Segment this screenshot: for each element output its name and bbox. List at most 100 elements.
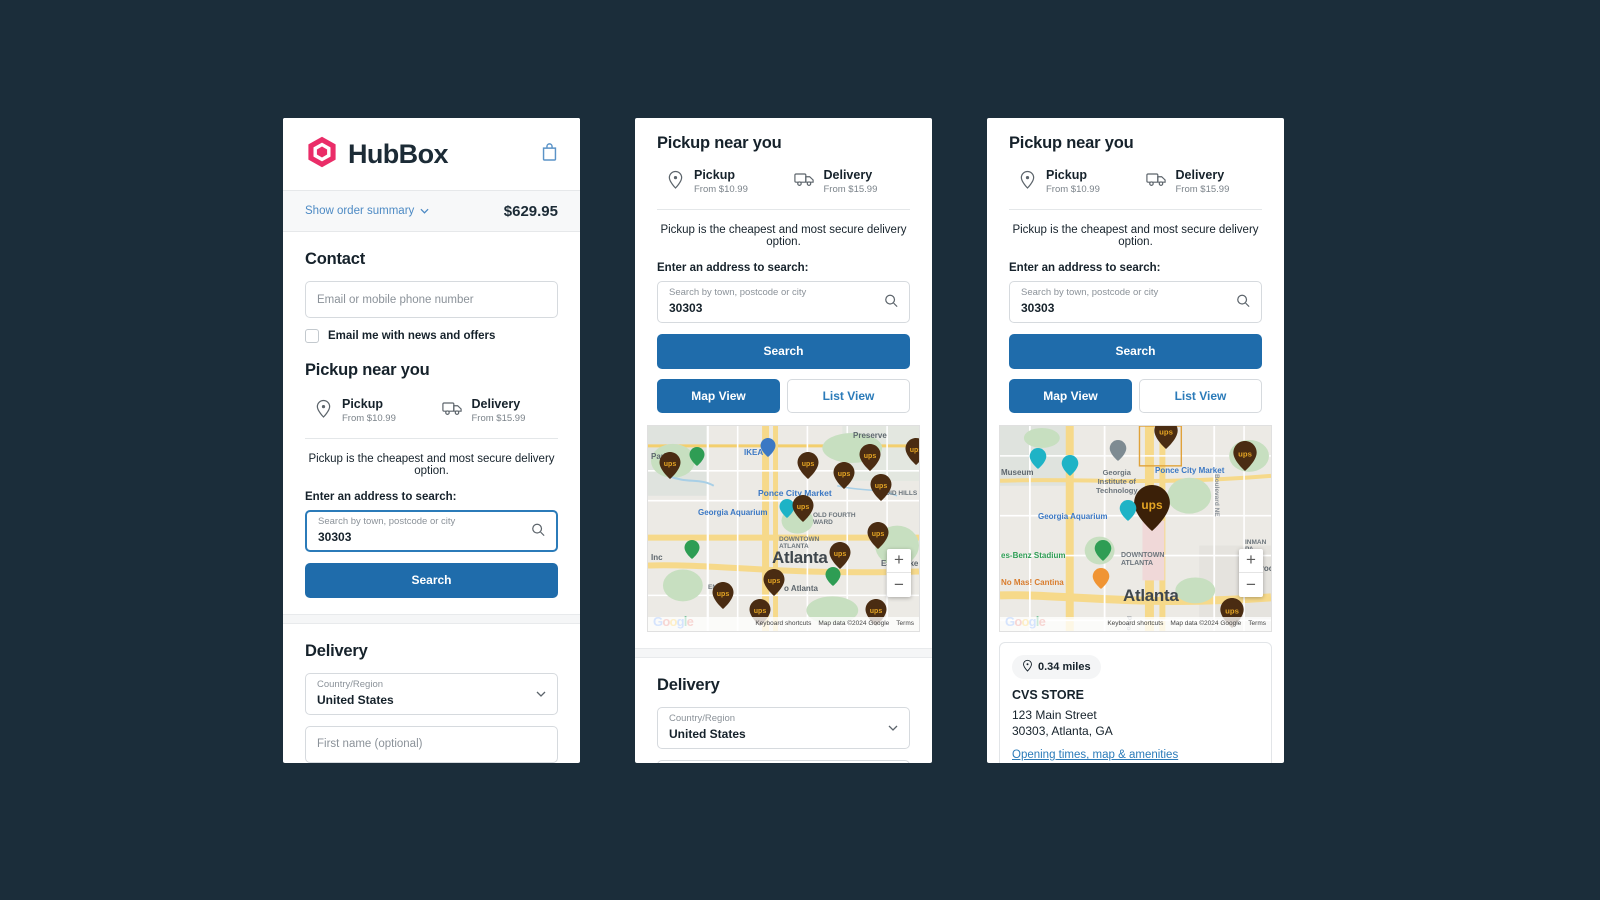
pickup-section: Pickup From $10.99 Delivery From $15.99 … (635, 163, 932, 413)
ups-pin[interactable]: ups (859, 443, 881, 476)
map-detail[interactable]: Museum Georgia Institute of Technology Pon… (999, 424, 1272, 632)
ups-pin-selected[interactable]: ups (1134, 484, 1171, 536)
ups-pin[interactable]: ups (905, 437, 919, 470)
keyboard-shortcuts-label[interactable]: Keyboard shortcuts (1107, 620, 1163, 627)
store-name: CVS STORE (1012, 687, 1085, 702)
tab-delivery[interactable]: Delivery From $15.99 (1136, 163, 1263, 209)
list-view-button[interactable]: List View (787, 378, 910, 413)
show-order-summary-toggle[interactable]: Show order summary (305, 205, 429, 217)
chevron-down-icon (888, 722, 898, 734)
search-button[interactable]: Search (1009, 333, 1262, 369)
map-view-button[interactable]: Map View (1009, 378, 1132, 413)
gray-pin[interactable] (1109, 439, 1127, 466)
search-button[interactable]: Search (657, 333, 910, 369)
pickup-map-panel: Pickup near you Pickup From $10.99 Deliv… (635, 118, 932, 763)
ups-pin[interactable]: ups (763, 568, 785, 601)
ups-pin[interactable]: ups (792, 494, 814, 527)
newsletter-checkbox[interactable] (305, 329, 319, 343)
store-pin[interactable] (760, 437, 776, 462)
map-view-button[interactable]: Map View (657, 378, 780, 413)
park-pin[interactable] (689, 446, 705, 471)
pets-pin[interactable] (825, 566, 841, 591)
store-pin[interactable] (1061, 454, 1079, 481)
order-summary-label: Show order summary (305, 205, 415, 217)
terms-link[interactable]: Terms (1248, 620, 1266, 627)
site-header: HubBox (283, 118, 580, 190)
ups-pin[interactable]: ups (833, 461, 855, 494)
teal-pin[interactable] (1119, 499, 1137, 526)
country-select[interactable]: Country/Region United States (657, 706, 910, 749)
map-pin-icon (1022, 659, 1033, 675)
tab-delivery-label: Delivery (1175, 168, 1225, 182)
search-field-label: Enter an address to search: (657, 261, 809, 274)
tab-pickup-label: Pickup (694, 168, 735, 182)
tab-pickup-price: From $10.99 (342, 413, 396, 425)
view-toggle-group: Map View List View (1009, 378, 1262, 413)
svg-text:ups: ups (1159, 427, 1173, 436)
tab-pickup[interactable]: Pickup From $10.99 (657, 163, 784, 209)
brand[interactable]: HubBox (305, 135, 449, 174)
zoom-out-button[interactable]: − (887, 573, 911, 597)
delivery-method-tabs: Pickup From $10.99 Delivery From $15.99 (657, 163, 910, 210)
country-label: Country/Region (669, 713, 736, 725)
ups-pin[interactable]: ups (712, 581, 734, 614)
zoom-in-button[interactable]: + (887, 549, 911, 573)
store-detail-panel: Pickup near you Pickup From $10.99 Deliv… (987, 118, 1284, 763)
email-field[interactable]: Email or mobile phone number (305, 281, 558, 318)
map-zoom-controls[interactable]: + − (1239, 548, 1263, 597)
ups-pin[interactable]: ups (867, 521, 889, 554)
delivery-truck-icon (441, 400, 462, 421)
ups-pin[interactable]: ups (1154, 425, 1178, 454)
tab-pickup[interactable]: Pickup From $10.99 (1009, 163, 1136, 209)
map-overview[interactable]: IKEA Ponce City Market Georgia Aquarium … (647, 424, 920, 632)
ups-pin[interactable]: ups (797, 451, 819, 484)
tab-delivery[interactable]: Delivery From $15.99 (432, 392, 559, 438)
ups-pin[interactable]: ups (1233, 440, 1257, 476)
delivery-title: Delivery (305, 641, 368, 660)
map-label: Georgia Institute of Technology (1096, 467, 1138, 496)
search-input[interactable]: Search by town, postcode or city 30303 (1009, 280, 1262, 323)
park-pin[interactable] (1094, 539, 1112, 566)
map-label: o Atlanta (784, 583, 818, 593)
list-view-button[interactable]: List View (1139, 378, 1262, 413)
search-input[interactable]: Search by town, postcode or city 30303 (305, 509, 558, 552)
tab-delivery-price: From $15.99 (823, 184, 878, 196)
keyboard-shortcuts-label[interactable]: Keyboard shortcuts (755, 620, 811, 627)
ups-pin[interactable]: ups (659, 451, 681, 484)
map-label: Preserve (853, 430, 887, 440)
country-select[interactable]: Country/Region United States (305, 672, 558, 715)
shopping-bag-icon[interactable] (541, 142, 558, 166)
delivery-method-tabs: Pickup From $10.99 Delivery From $15.99 (1009, 163, 1262, 210)
newsletter-checkbox-row[interactable]: Email me with news and offers (305, 329, 558, 343)
delivery-section: Delivery Country/Region United States Fi… (283, 642, 580, 763)
search-icon[interactable] (531, 522, 545, 539)
tab-delivery[interactable]: Delivery From $15.99 (784, 163, 911, 209)
search-button[interactable]: Search (305, 562, 558, 598)
restaurant-pin[interactable] (1092, 567, 1110, 594)
pickup-section: Pickup near you Pickup From $10.99 Deliv… (283, 361, 580, 598)
svg-text:ups: ups (802, 461, 815, 468)
park-pin[interactable] (684, 539, 700, 564)
pickup-note: Pickup is the cheapest and most secure d… (660, 223, 907, 248)
tab-pickup-price: From $10.99 (1046, 184, 1100, 196)
first-name-field[interactable]: First name (optional) (657, 759, 910, 763)
map-attribution: Keyboard shortcuts Map data ©2024 Google… (1000, 616, 1271, 631)
tab-pickup[interactable]: Pickup From $10.99 (305, 392, 432, 438)
ups-pin[interactable]: ups (870, 473, 892, 506)
map-city-label: Atlanta (1123, 585, 1179, 605)
delivery-title: Delivery (657, 675, 720, 694)
map-zoom-controls[interactable]: + − (887, 548, 911, 597)
contact-section: Contact Email or mobile phone number Ema… (283, 250, 580, 343)
museum-pin[interactable] (1029, 447, 1047, 474)
first-name-placeholder: First name (optional) (317, 738, 423, 751)
terms-link[interactable]: Terms (896, 620, 914, 627)
search-icon[interactable] (1236, 293, 1250, 310)
search-input[interactable]: Search by town, postcode or city 30303 (657, 280, 910, 323)
zoom-in-button[interactable]: + (1239, 549, 1263, 573)
search-icon[interactable] (884, 293, 898, 310)
store-address-line-2: 30303, Atlanta, GA (1012, 724, 1113, 739)
pickup-note: Pickup is the cheapest and most secure d… (1012, 223, 1259, 248)
store-details-link[interactable]: Opening times, map & amenities (1012, 749, 1178, 761)
zoom-out-button[interactable]: − (1239, 573, 1263, 597)
first-name-field[interactable]: First name (optional) (305, 725, 558, 763)
